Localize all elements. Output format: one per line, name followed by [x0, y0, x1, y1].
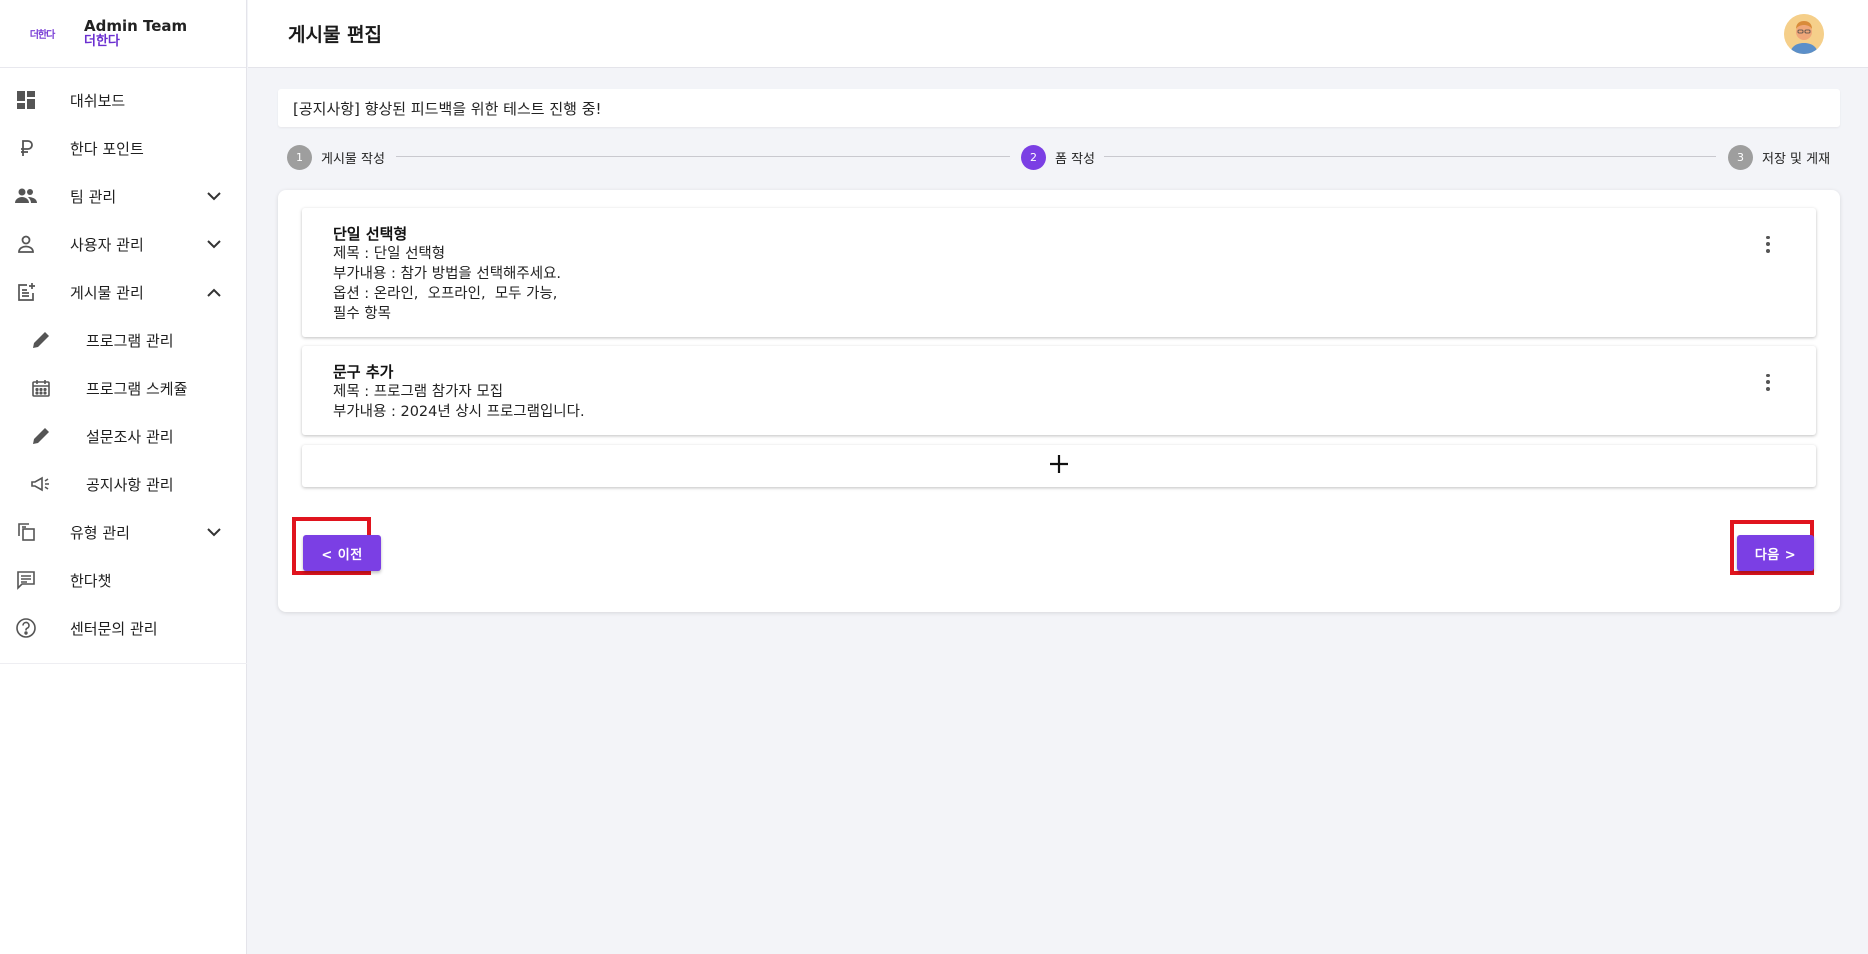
form-field-title: 제목 : 프로그램 참가자 모집: [333, 384, 504, 400]
step-label: 저장 및 게재: [1762, 151, 1831, 167]
prev-button[interactable]: < 이전: [303, 535, 381, 571]
form-builder-card: 단일 선택형 제목 : 단일 선택형 부가내용 : 참가 방법을 선택해주세요.…: [278, 190, 1840, 612]
step-label: 폼 작성: [1055, 151, 1096, 167]
form-field-type: 단일 선택형: [333, 225, 408, 243]
form-field-options: 옵션 : 온라인, 오프라인, 모두 가능,: [333, 286, 558, 302]
sidebar-item-label: 게시물 관리: [70, 283, 144, 302]
form-field-description: 부가내용 : 참가 방법을 선택해주세요.: [333, 266, 562, 282]
help-icon: [14, 616, 38, 640]
megaphone-icon: [29, 472, 53, 496]
plus-icon: [1049, 454, 1069, 478]
brand-text: Admin Team 더한다: [84, 16, 188, 49]
sidebar-item-label: 설문조사 관리: [86, 427, 174, 446]
sidebar-item-chat[interactable]: 한다챗: [0, 556, 246, 604]
form-field-content: 단일 선택형 제목 : 단일 선택형 부가내용 : 참가 방법을 선택해주세요.…: [333, 223, 561, 324]
sidebar-item-label: 대쉬보드: [70, 91, 126, 110]
add-field-button[interactable]: [302, 445, 1816, 487]
chat-icon: [14, 568, 38, 592]
currency-icon: [14, 136, 38, 160]
chevron-down-icon[interactable]: [202, 184, 226, 208]
form-field-content: 문구 추가 제목 : 프로그램 참가자 모집 부가내용 : 2024년 상시 프…: [333, 361, 585, 422]
people-icon: [14, 184, 38, 208]
step-3[interactable]: 3 저장 및 게재: [1728, 144, 1830, 170]
calendar-icon: [29, 376, 53, 400]
sidebar-nav: 대쉬보드 한다 포인트 팀 관리 사용자 관리 게시물 관리 프로그램 관리 프…: [0, 68, 246, 652]
avatar[interactable]: [1784, 14, 1824, 54]
sidebar-item-label: 유형 관리: [70, 523, 130, 542]
form-field-required: 필수 항목: [333, 306, 391, 322]
sidebar-item-notice[interactable]: 공지사항 관리: [0, 460, 246, 508]
dashboard-icon: [14, 88, 38, 112]
step-connector: [396, 156, 1010, 157]
brand[interactable]: 더한다 Admin Team 더한다: [0, 0, 246, 68]
step-connector: [1104, 156, 1716, 157]
sidebar-divider: [0, 663, 247, 664]
step-number: 2: [1021, 144, 1046, 170]
notice-text: [공지사항] 향상된 피드백을 위한 테스트 진행 중!: [293, 99, 602, 118]
sidebar-item-label: 한다챗: [70, 571, 112, 590]
brand-subtitle: 더한다: [84, 33, 120, 49]
form-field-title: 제목 : 단일 선택형: [333, 246, 446, 262]
sidebar-item-program-schedule[interactable]: 프로그램 스케쥴: [0, 364, 246, 412]
sidebar-item-posts[interactable]: 게시물 관리: [0, 268, 246, 316]
sidebar-item-label: 센터문의 관리: [70, 619, 158, 638]
sidebar-item-handa-point[interactable]: 한다 포인트: [0, 124, 246, 172]
person-icon: [14, 232, 38, 256]
sidebar-item-label: 사용자 관리: [70, 235, 144, 254]
step-number: 3: [1728, 144, 1753, 170]
copy-icon: [14, 520, 38, 544]
form-field-description: 부가내용 : 2024년 상시 프로그램입니다.: [333, 404, 585, 420]
chevron-down-icon[interactable]: [202, 232, 226, 256]
step-number: 1: [287, 144, 312, 170]
notice-banner: [공지사항] 향상된 피드백을 위한 테스트 진행 중!: [278, 89, 1840, 127]
sidebar: 더한다 Admin Team 더한다 대쉬보드 한다 포인트 팀 관리 사용자 …: [0, 0, 247, 954]
stepper: 1 게시물 작성 2 폼 작성 3 저장 및 게재: [287, 144, 1832, 170]
sidebar-item-label: 한다 포인트: [70, 139, 144, 158]
next-button[interactable]: 다음 >: [1737, 535, 1814, 571]
sidebar-item-label: 프로그램 스케쥴: [86, 379, 188, 398]
sidebar-item-survey[interactable]: 설문조사 관리: [0, 412, 246, 460]
chevron-up-icon[interactable]: [202, 280, 226, 304]
form-field-card[interactable]: 단일 선택형 제목 : 단일 선택형 부가내용 : 참가 방법을 선택해주세요.…: [302, 208, 1816, 337]
form-field-type: 문구 추가: [333, 363, 394, 381]
page-title: 게시물 편집: [288, 24, 383, 46]
step-label: 게시물 작성: [321, 151, 385, 167]
pencil-icon: [29, 424, 53, 448]
step-1[interactable]: 1 게시물 작성: [287, 144, 385, 170]
pencil-icon: [29, 328, 53, 352]
sidebar-item-users[interactable]: 사용자 관리: [0, 220, 246, 268]
form-field-card[interactable]: 문구 추가 제목 : 프로그램 참가자 모집 부가내용 : 2024년 상시 프…: [302, 346, 1816, 435]
more-vert-icon[interactable]: [1758, 234, 1778, 254]
sidebar-item-types[interactable]: 유형 관리: [0, 508, 246, 556]
more-vert-icon[interactable]: [1758, 372, 1778, 392]
sidebar-item-program-manage[interactable]: 프로그램 관리: [0, 316, 246, 364]
sidebar-item-team[interactable]: 팀 관리: [0, 172, 246, 220]
brand-title: Admin Team: [84, 16, 188, 35]
post-add-icon: [14, 280, 38, 304]
header: 게시물 편집: [248, 0, 1868, 68]
sidebar-item-label: 공지사항 관리: [86, 475, 174, 494]
brand-logo: 더한다: [29, 30, 56, 41]
sidebar-item-inquiry[interactable]: 센터문의 관리: [0, 604, 246, 652]
step-2[interactable]: 2 폼 작성: [1021, 144, 1095, 170]
sidebar-item-label: 프로그램 관리: [86, 331, 174, 350]
sidebar-item-dashboard[interactable]: 대쉬보드: [0, 76, 246, 124]
sidebar-item-label: 팀 관리: [70, 187, 117, 206]
chevron-down-icon[interactable]: [202, 520, 226, 544]
